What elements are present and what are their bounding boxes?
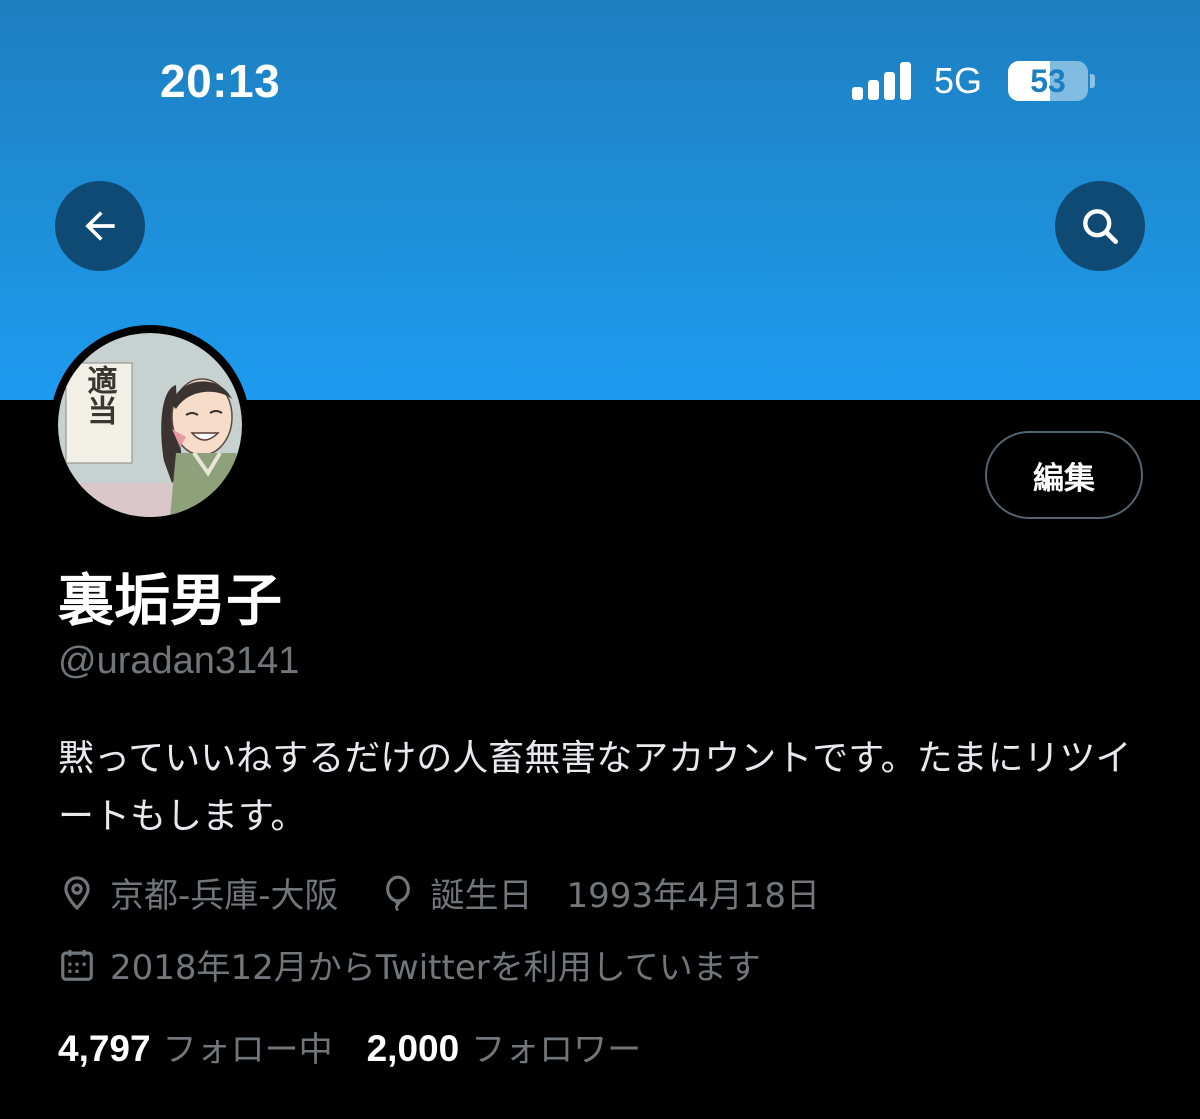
back-button[interactable]: [55, 181, 145, 271]
followers-count[interactable]: 2,000: [367, 1028, 460, 1070]
display-name: 裏垢男子: [58, 569, 282, 634]
network-type: 5G: [934, 60, 983, 101]
search-button[interactable]: [1055, 181, 1145, 271]
birthday-text: 誕生日 1993年4月18日: [430, 876, 820, 916]
profile-join-row: 2018年12月からTwitterを利用しています: [58, 940, 801, 989]
joined-text: 2018年12月からTwitterを利用しています: [110, 948, 761, 988]
battery-cap: [1090, 74, 1095, 88]
arrow-left-icon: [85, 211, 115, 241]
avatar-sign-text: 適当: [82, 364, 118, 425]
status-time: 20:13: [160, 55, 281, 107]
following-label[interactable]: フォロー中: [163, 1022, 333, 1071]
following-count[interactable]: 4,797: [58, 1028, 151, 1070]
follow-stats: 4,797 フォロー中 2,000 フォロワー: [58, 1022, 675, 1071]
location-text: 京都-兵庫-大阪: [110, 876, 339, 916]
location-item: 京都-兵庫-大阪: [58, 868, 339, 917]
avatar[interactable]: 適当: [50, 325, 250, 525]
followers-label[interactable]: フォロワー: [471, 1022, 641, 1071]
battery-percent: 53: [1030, 63, 1066, 99]
avatar-image: 適当: [58, 333, 242, 517]
balloon-icon: [379, 874, 417, 912]
calendar-icon: [58, 946, 96, 984]
profile-meta-row: 京都-兵庫-大阪 誕生日 1993年4月18日: [58, 868, 860, 917]
cellular-signal-icon: [852, 62, 912, 100]
joined-item: 2018年12月からTwitterを利用しています: [58, 940, 761, 989]
profile-bio: 黙っていいねするだけの人畜無害なアカウントです。たまにリツイートもします。: [58, 738, 1132, 837]
battery-icon: 53: [1008, 61, 1088, 101]
search-icon: [1083, 209, 1118, 244]
user-handle: @uradan3141: [58, 640, 300, 682]
birthday-item: 誕生日 1993年4月18日: [379, 868, 820, 917]
edit-profile-button[interactable]: 編集: [985, 431, 1143, 519]
location-pin-icon: [58, 874, 96, 912]
